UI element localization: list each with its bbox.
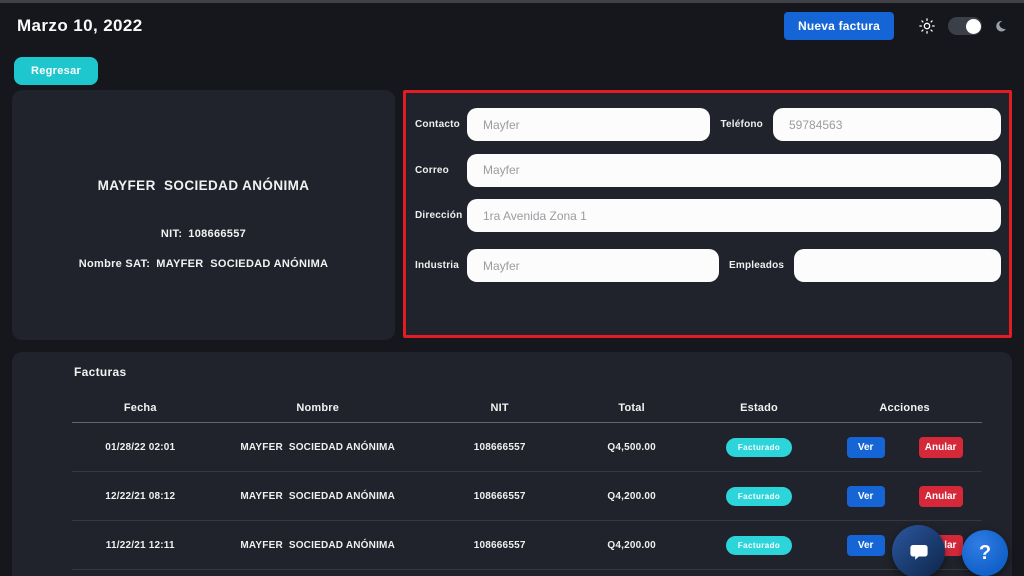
main-content: MAYFER SOCIEDAD ANÓNIMA NIT: 108666557 No…: [12, 90, 1012, 340]
invoice-total: Q4,200.00: [572, 540, 690, 551]
form-row-industria: Industria Empleados: [415, 249, 1001, 282]
empleados-label: Empleados: [719, 260, 794, 271]
header: Marzo 10, 2022 Nueva factura: [17, 12, 1008, 40]
contacto-label: Contacto: [415, 119, 467, 130]
company-nit-line: NIT: 108666557: [161, 228, 246, 240]
window-top-strip: [0, 0, 1024, 3]
theme-toggle-knob: [966, 19, 981, 34]
invoice-name: MAYFER SOCIEDAD ANÓNIMA: [209, 442, 427, 453]
invoices-card: Facturas Fecha Nombre NIT Total Estado A…: [12, 352, 1012, 576]
col-header-estado: Estado: [691, 402, 828, 414]
invoice-nit: 108666557: [427, 540, 573, 551]
view-invoice-button[interactable]: Ver: [847, 535, 885, 556]
col-header-fecha: Fecha: [72, 402, 209, 414]
table-row: 01/28/22 02:01 MAYFER SOCIEDAD ANÓNIMA 1…: [72, 423, 982, 472]
chat-button[interactable]: [892, 525, 945, 576]
void-invoice-button[interactable]: Anular: [919, 437, 963, 458]
form-row-direccion: Dirección: [415, 199, 1001, 232]
nit-label: NIT:: [161, 228, 182, 240]
direccion-input[interactable]: [467, 199, 1001, 232]
sat-value: MAYFER SOCIEDAD ANÓNIMA: [156, 258, 328, 270]
company-sat-line: Nombre SAT: MAYFER SOCIEDAD ANÓNIMA: [79, 258, 329, 270]
direccion-label: Dirección: [415, 210, 467, 221]
col-header-nombre: Nombre: [209, 402, 427, 414]
invoice-status-cell: Facturado: [691, 487, 828, 506]
invoice-actions-cell: Ver Anular: [827, 437, 982, 458]
invoices-table: Fecha Nombre NIT Total Estado Acciones 0…: [72, 393, 982, 570]
sat-label: Nombre SAT:: [79, 258, 151, 270]
invoice-date: 12/22/21 08:12: [72, 491, 209, 502]
page-title: Marzo 10, 2022: [17, 16, 143, 36]
view-invoice-button[interactable]: Ver: [847, 486, 885, 507]
col-header-acciones: Acciones: [827, 402, 982, 414]
telefono-input[interactable]: [773, 108, 1001, 141]
back-button[interactable]: Regresar: [14, 57, 98, 85]
theme-toggle[interactable]: [948, 17, 982, 35]
new-invoice-button[interactable]: Nueva factura: [784, 12, 894, 40]
industria-label: Industria: [415, 260, 467, 271]
contacto-input[interactable]: [467, 108, 710, 141]
invoice-nit: 108666557: [427, 442, 573, 453]
invoice-name: MAYFER SOCIEDAD ANÓNIMA: [209, 491, 427, 502]
nit-value: 108666557: [188, 228, 246, 240]
moon-icon: [994, 19, 1008, 33]
empleados-input[interactable]: [794, 249, 1001, 282]
company-form-card-highlighted: Contacto Teléfono Correo Dirección Indus…: [403, 90, 1012, 338]
invoice-date: 01/28/22 02:01: [72, 442, 209, 453]
status-badge: Facturado: [726, 487, 792, 506]
correo-label: Correo: [415, 165, 467, 176]
col-header-nit: NIT: [427, 402, 573, 414]
header-actions: Nueva factura: [784, 12, 1008, 40]
invoice-total: Q4,200.00: [572, 491, 690, 502]
invoice-actions-cell: Ver Anular: [827, 486, 982, 507]
invoices-title: Facturas: [74, 365, 1012, 379]
table-row: 11/22/21 12:11 MAYFER SOCIEDAD ANÓNIMA 1…: [72, 521, 982, 570]
help-button[interactable]: ?: [962, 530, 1008, 576]
correo-input[interactable]: [467, 154, 1001, 187]
status-badge: Facturado: [726, 536, 792, 555]
invoice-date: 11/22/21 12:11: [72, 540, 209, 551]
invoice-nit: 108666557: [427, 491, 573, 502]
table-row: 12/22/21 08:12 MAYFER SOCIEDAD ANÓNIMA 1…: [72, 472, 982, 521]
invoice-total: Q4,500.00: [572, 442, 690, 453]
status-badge: Facturado: [726, 438, 792, 457]
void-invoice-button[interactable]: Anular: [919, 486, 963, 507]
company-summary-card: MAYFER SOCIEDAD ANÓNIMA NIT: 108666557 No…: [12, 90, 395, 340]
form-row-correo: Correo: [415, 154, 1001, 187]
col-header-total: Total: [572, 402, 690, 414]
view-invoice-button[interactable]: Ver: [847, 437, 885, 458]
company-name: MAYFER SOCIEDAD ANÓNIMA: [98, 178, 310, 193]
form-row-contacto: Contacto Teléfono: [415, 108, 1001, 141]
industria-input[interactable]: [467, 249, 719, 282]
invoice-status-cell: Facturado: [691, 438, 828, 457]
invoice-name: MAYFER SOCIEDAD ANÓNIMA: [209, 540, 427, 551]
chat-bubble-icon: [907, 540, 931, 564]
invoice-status-cell: Facturado: [691, 536, 828, 555]
telefono-label: Teléfono: [710, 119, 773, 130]
sun-icon: [918, 17, 936, 35]
question-mark-icon: ?: [979, 542, 991, 565]
table-header-row: Fecha Nombre NIT Total Estado Acciones: [72, 393, 982, 423]
